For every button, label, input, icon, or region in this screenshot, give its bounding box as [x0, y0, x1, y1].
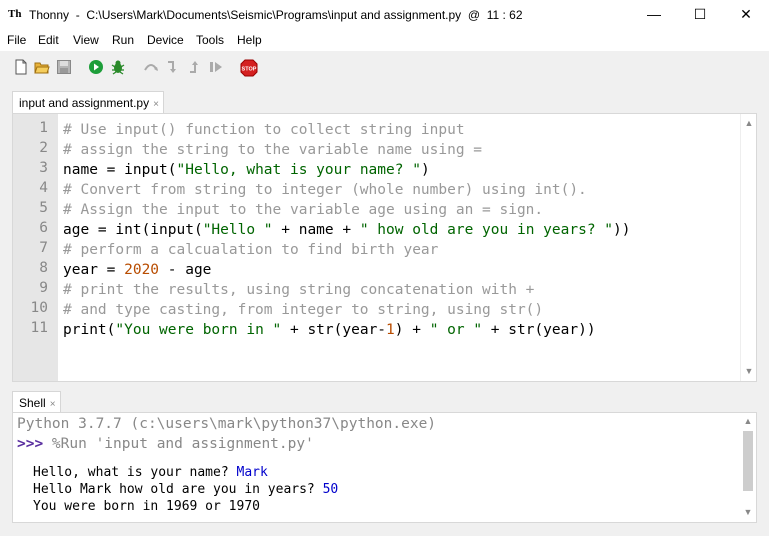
code-line: # Convert from string to integer (whole …: [63, 182, 587, 198]
menu-file[interactable]: File: [7, 33, 26, 47]
run-icon[interactable]: [88, 59, 104, 75]
line-number: 11: [30, 320, 48, 336]
code-line: print("You were born in " + str(year-1) …: [63, 322, 596, 338]
line-number: 1: [39, 120, 48, 136]
code-line: # Assign the input to the variable age u…: [63, 202, 544, 218]
code-line: name = input("Hello, what is your name? …: [63, 162, 430, 178]
line-number: 9: [39, 280, 48, 296]
shell-scroll-thumb[interactable]: [743, 431, 753, 491]
shell-prompt: >>>: [17, 436, 44, 452]
step-out-icon[interactable]: [187, 59, 203, 75]
shell-tabstrip: Shell ×: [0, 382, 769, 413]
code-line: # Use input() function to collect string…: [63, 122, 465, 138]
shell-console[interactable]: Python 3.7.7 (c:\users\mark\python37\pyt…: [12, 412, 757, 523]
menu-bar: File Edit View Run Device Tools Help: [0, 29, 769, 51]
toolbar: STOP: [0, 51, 769, 85]
svg-text:STOP: STOP: [242, 67, 257, 73]
shell-command-line: >>> %Run 'input and assignment.py': [17, 436, 314, 452]
resume-icon[interactable]: [208, 59, 224, 75]
menu-tools[interactable]: Tools: [196, 33, 224, 47]
line-number: 4: [39, 180, 48, 196]
shell-output-line: Hello Mark how old are you in years? 50: [33, 482, 339, 497]
line-number: 7: [39, 240, 48, 256]
tab-close-icon[interactable]: ×: [153, 99, 159, 110]
tab-shell[interactable]: Shell ×: [12, 391, 61, 413]
line-number-gutter: 1 2 3 4 5 6 7 8 9 10 11: [13, 114, 58, 381]
maximize-button[interactable]: ☐: [677, 0, 723, 29]
close-button[interactable]: ✕: [723, 0, 769, 29]
shell-version-line: Python 3.7.7 (c:\users\mark\python37\pyt…: [17, 416, 437, 432]
code-line: # perform a calcualation to find birth y…: [63, 242, 439, 258]
tab-input-and-assignment[interactable]: input and assignment.py ×: [12, 91, 164, 113]
code-line: # and type casting, from integer to stri…: [63, 302, 544, 318]
open-folder-icon[interactable]: [34, 59, 50, 75]
scroll-up-icon[interactable]: ▲: [741, 118, 756, 128]
line-number: 3: [39, 160, 48, 176]
shell-tab-label: Shell: [19, 396, 46, 410]
menu-view[interactable]: View: [73, 33, 99, 47]
stop-icon[interactable]: STOP: [240, 59, 258, 77]
code-line: age = int(input("Hello " + name + " how …: [63, 222, 631, 238]
title-bar: Th Thonny - C:\Users\Mark\Documents\Seis…: [0, 0, 769, 29]
menu-device[interactable]: Device: [147, 33, 184, 47]
minimize-button[interactable]: —: [631, 0, 677, 29]
save-icon[interactable]: [56, 59, 72, 75]
code-editor[interactable]: 1 2 3 4 5 6 7 8 9 10 11 # Use input() fu…: [12, 113, 757, 382]
shell-output-line: You were born in 1969 or 1970: [33, 499, 260, 514]
shell-tab-close-icon[interactable]: ×: [50, 399, 56, 410]
menu-help[interactable]: Help: [237, 33, 262, 47]
code-line: year = 2020 - age: [63, 262, 212, 278]
debug-bug-icon[interactable]: [110, 59, 126, 75]
shell-scroll-down-icon[interactable]: ▼: [740, 507, 756, 517]
line-number: 2: [39, 140, 48, 156]
shell-scroll-up-icon[interactable]: ▲: [740, 416, 756, 426]
scroll-down-icon[interactable]: ▼: [741, 366, 756, 376]
step-into-icon[interactable]: [165, 59, 181, 75]
line-number: 5: [39, 200, 48, 216]
tab-label: input and assignment.py: [19, 96, 150, 110]
code-line: # assign the string to the variable name…: [63, 142, 483, 158]
shell-output-line: Hello, what is your name? Mark: [33, 465, 268, 480]
editor-scrollbar[interactable]: ▲ ▼: [740, 114, 756, 381]
window-title: Thonny - C:\Users\Mark\Documents\Seismic…: [29, 8, 523, 22]
thonny-logo-icon: Th: [8, 8, 22, 20]
shell-scrollbar[interactable]: ▲ ▼: [740, 413, 756, 522]
line-number: 8: [39, 260, 48, 276]
line-number: 6: [39, 220, 48, 236]
menu-edit[interactable]: Edit: [38, 33, 59, 47]
new-file-icon[interactable]: [13, 59, 29, 75]
code-line: # print the results, using string concat…: [63, 282, 535, 298]
menu-run[interactable]: Run: [112, 33, 134, 47]
editor-tabstrip: input and assignment.py ×: [0, 85, 769, 113]
line-number: 10: [30, 300, 48, 316]
step-over-icon[interactable]: [143, 59, 159, 75]
